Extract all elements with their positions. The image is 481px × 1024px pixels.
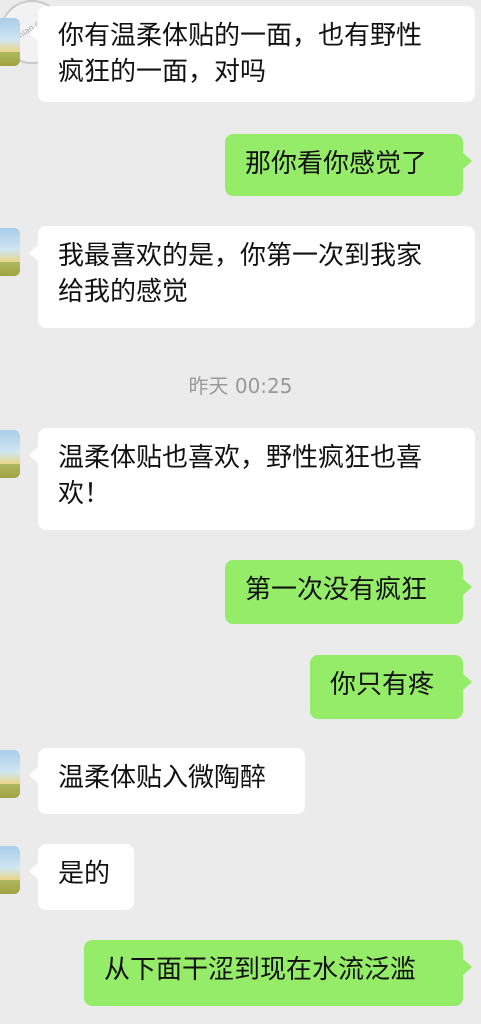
contact-avatar[interactable] [0, 430, 20, 478]
outgoing-message-bubble[interactable]: 从下面干涩到现在水流泛滥 [84, 940, 472, 1006]
outgoing-message-bubble[interactable]: 第一次没有疯狂 [225, 560, 472, 624]
contact-avatar[interactable] [0, 846, 20, 894]
incoming-message-bubble[interactable]: 是的 [29, 844, 134, 910]
incoming-message-bubble[interactable]: 温柔体贴入微陶醉 [29, 748, 305, 814]
outgoing-message-bubble[interactable]: 你只有疼 [310, 655, 472, 719]
chat-conversation: lishiao.com 你有温柔体贴的一面，也有野性 疯狂的一面，对吗 那你看你… [0, 0, 481, 1024]
incoming-message-bubble[interactable]: 你有温柔体贴的一面，也有野性 疯狂的一面，对吗 [29, 6, 475, 102]
outgoing-message-bubble[interactable]: 那你看你感觉了 [225, 134, 472, 196]
message-timestamp: 昨天 00:25 [188, 374, 293, 398]
contact-avatar[interactable] [0, 750, 20, 798]
incoming-message-bubble[interactable]: 我最喜欢的是，你第一次到我家 给我的感觉 [29, 226, 475, 328]
incoming-message-bubble[interactable]: 温柔体贴也喜欢，野性疯狂也喜 欢！ [29, 428, 475, 530]
contact-avatar[interactable] [0, 228, 20, 276]
contact-avatar[interactable] [0, 18, 20, 66]
